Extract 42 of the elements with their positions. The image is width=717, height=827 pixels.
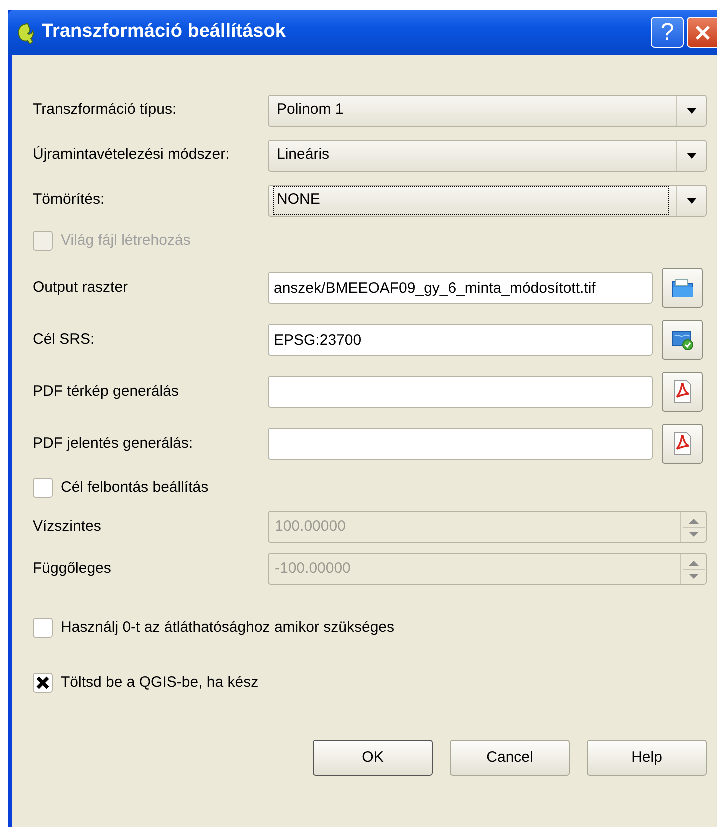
dropdown[interactable]: Lineáris xyxy=(268,140,707,172)
app-logo-icon xyxy=(16,22,34,44)
checkbox[interactable] xyxy=(33,618,53,638)
dropdown-arrow-icon xyxy=(686,106,698,114)
field-label: PDF jelentés generálás: xyxy=(33,434,194,454)
dialog-button[interactable]: Cancel xyxy=(450,740,570,776)
pdf-file-icon xyxy=(672,432,692,456)
text-field[interactable]: EPSG:23700 xyxy=(268,324,653,356)
dropdown-arrow-icon xyxy=(686,196,698,204)
checkbox-label: Használj 0-t az átláthatósághoz amikor szükséges xyxy=(61,618,395,638)
checkbox-label: Cél felbontás beállítás xyxy=(61,478,209,498)
field-label: Output raszter xyxy=(33,278,130,298)
dialog-button[interactable]: Help xyxy=(587,740,707,776)
field-label: Tömörítés: xyxy=(33,190,106,210)
checkbox[interactable] xyxy=(33,478,53,498)
browse-button[interactable] xyxy=(662,372,703,412)
window-title: Transzformáció beállítások xyxy=(42,20,286,44)
dropdown[interactable]: Polinom 1 xyxy=(268,94,707,126)
map-check-icon xyxy=(670,329,694,351)
field-label: PDF térkép generálás xyxy=(33,382,180,402)
text-field[interactable] xyxy=(268,376,653,408)
close-icon xyxy=(694,24,712,42)
folder-icon xyxy=(670,277,694,299)
browse-button[interactable] xyxy=(662,268,703,308)
checkbox-label: Világ fájl létrehozás xyxy=(61,230,191,251)
text-field[interactable] xyxy=(268,428,653,460)
close-button[interactable] xyxy=(687,17,717,48)
browse-button[interactable] xyxy=(662,320,703,360)
field-label: Vízszintes xyxy=(33,516,102,537)
field-label: Függőleges xyxy=(33,558,112,579)
pdf-file-icon xyxy=(672,380,692,404)
checkbox[interactable] xyxy=(33,673,53,693)
dropdown[interactable]: NONE xyxy=(268,184,707,216)
checkbox-label: Töltsd be a QGIS-be, ha kész xyxy=(61,672,259,693)
field-label: Transzformáció típus: xyxy=(33,100,178,120)
text-field[interactable]: anszek/BMEEOAF09_gy_6_minta_módosított.tif xyxy=(268,272,653,304)
dropdown-arrow-icon xyxy=(686,152,698,160)
help-button[interactable]: ? xyxy=(651,17,684,48)
dialog-button[interactable]: OK xyxy=(313,740,433,776)
field-label: Cél SRS: xyxy=(33,330,96,350)
field-label: Újramintavételezési módszer: xyxy=(33,145,231,166)
browse-button[interactable] xyxy=(662,424,703,464)
